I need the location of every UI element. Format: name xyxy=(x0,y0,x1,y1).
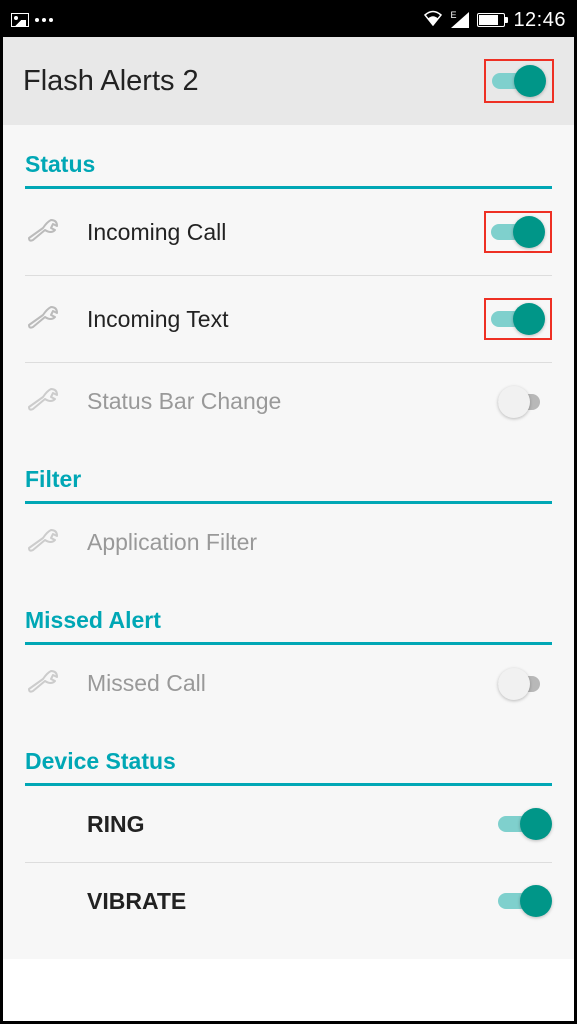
android-statusbar: E 12:46 xyxy=(3,3,574,37)
statusbar-clock: 12:46 xyxy=(513,9,566,32)
row-ring[interactable]: RING xyxy=(25,786,552,863)
ring-toggle[interactable] xyxy=(498,808,552,840)
section-device-status: Device Status RING VIBRATE xyxy=(3,722,574,939)
battery-icon xyxy=(477,13,505,27)
wrench-icon xyxy=(25,667,63,700)
missed-call-toggle[interactable] xyxy=(498,668,552,700)
highlight-box xyxy=(484,298,552,340)
row-label: VIBRATE xyxy=(87,888,186,915)
section-header-device: Device Status xyxy=(25,722,552,786)
highlight-box xyxy=(484,211,552,253)
wrench-icon xyxy=(25,216,63,249)
more-notifications-icon xyxy=(35,18,53,22)
row-incoming-call[interactable]: Incoming Call xyxy=(25,189,552,276)
vibrate-toggle[interactable] xyxy=(498,885,552,917)
section-header-missed: Missed Alert xyxy=(25,581,552,645)
section-header-status: Status xyxy=(25,125,552,189)
row-label: RING xyxy=(87,811,145,838)
row-label: Status Bar Change xyxy=(87,388,281,415)
highlight-box xyxy=(484,59,554,103)
row-vibrate[interactable]: VIBRATE xyxy=(25,863,552,939)
app-title: Flash Alerts 2 xyxy=(23,65,199,98)
section-missed-alert: Missed Alert Missed Call xyxy=(3,581,574,722)
row-missed-call[interactable]: Missed Call xyxy=(25,645,552,722)
incoming-call-toggle[interactable] xyxy=(491,216,545,248)
image-notification-icon xyxy=(11,13,29,27)
master-toggle[interactable] xyxy=(492,65,546,97)
row-label: Incoming Call xyxy=(87,219,226,246)
section-header-filter: Filter xyxy=(25,440,552,504)
section-status: Status Incoming Call Incoming Text xyxy=(3,125,574,440)
row-label: Application Filter xyxy=(87,529,257,556)
wrench-icon xyxy=(25,385,63,418)
row-status-bar-change[interactable]: Status Bar Change xyxy=(25,363,552,440)
section-filter: Filter Application Filter xyxy=(3,440,574,581)
row-label: Incoming Text xyxy=(87,306,228,333)
settings-content: Status Incoming Call Incoming Text xyxy=(3,125,574,959)
wifi-icon xyxy=(423,10,443,31)
app-header: Flash Alerts 2 xyxy=(3,37,574,125)
row-incoming-text[interactable]: Incoming Text xyxy=(25,276,552,363)
wrench-icon xyxy=(25,303,63,336)
incoming-text-toggle[interactable] xyxy=(491,303,545,335)
wrench-icon xyxy=(25,526,63,559)
row-application-filter[interactable]: Application Filter xyxy=(25,504,552,581)
status-bar-change-toggle[interactable] xyxy=(498,386,552,418)
signal-icon: E xyxy=(451,12,469,28)
row-label: Missed Call xyxy=(87,670,206,697)
